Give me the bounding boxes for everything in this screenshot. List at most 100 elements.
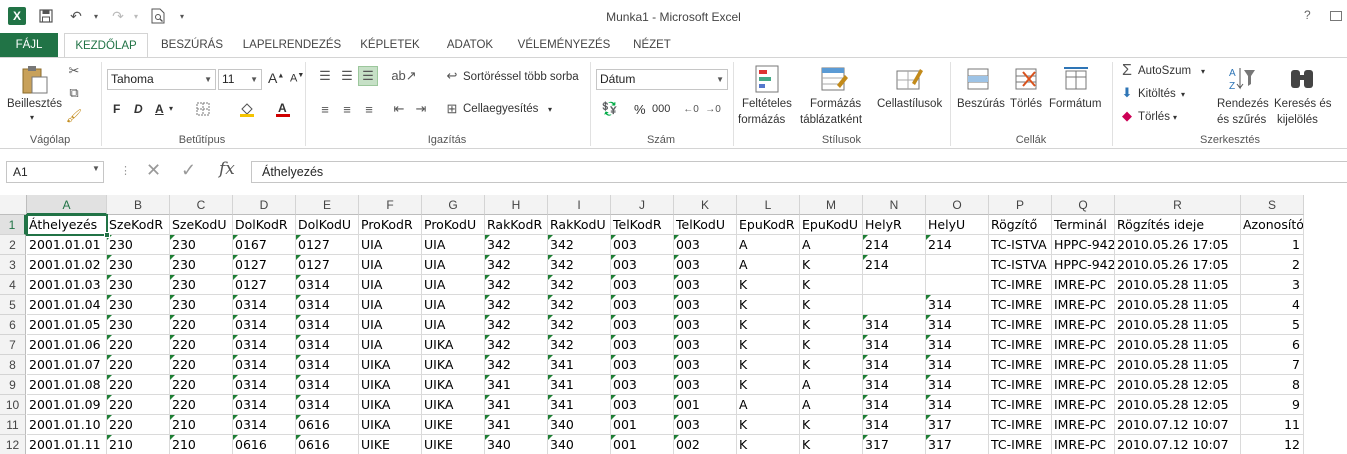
header-cell[interactable]: DolKodU bbox=[296, 215, 359, 235]
table-cell[interactable]: TC-IMRE bbox=[989, 335, 1052, 355]
tab-data[interactable]: ADATOK bbox=[436, 33, 504, 58]
table-cell[interactable]: A bbox=[737, 395, 800, 415]
table-cell[interactable]: 003 bbox=[674, 255, 737, 275]
row-header[interactable]: 2 bbox=[0, 235, 26, 255]
table-cell[interactable]: 341 bbox=[485, 375, 548, 395]
table-cell[interactable]: 2001.01.10 bbox=[27, 415, 107, 435]
delete-cells-icon[interactable] bbox=[1012, 64, 1040, 94]
table-cell[interactable]: 0314 bbox=[233, 295, 296, 315]
table-cell[interactable]: 001 bbox=[674, 395, 737, 415]
table-cell[interactable]: K bbox=[800, 275, 863, 295]
table-cell[interactable]: 0314 bbox=[233, 315, 296, 335]
table-cell[interactable]: 220 bbox=[107, 355, 170, 375]
table-cell[interactable]: 0616 bbox=[296, 435, 359, 454]
table-cell[interactable]: 210 bbox=[170, 435, 233, 454]
paste-dropdown-icon[interactable]: ▾ bbox=[30, 113, 34, 122]
table-cell[interactable]: TC-IMRE bbox=[989, 355, 1052, 375]
table-cell[interactable]: TC-ISTVA bbox=[989, 235, 1052, 255]
header-cell[interactable]: ProKodU bbox=[422, 215, 485, 235]
table-cell[interactable]: 214 bbox=[863, 235, 926, 255]
table-cell[interactable]: TC-IMRE bbox=[989, 315, 1052, 335]
table-cell[interactable]: 317 bbox=[926, 435, 989, 454]
table-cell[interactable]: 210 bbox=[107, 435, 170, 454]
table-cell[interactable] bbox=[863, 275, 926, 295]
table-cell[interactable]: 9 bbox=[1241, 395, 1304, 415]
increase-indent-icon[interactable]: ⇥ bbox=[412, 101, 430, 117]
table-cell[interactable]: 230 bbox=[107, 235, 170, 255]
table-cell[interactable]: 340 bbox=[548, 435, 611, 454]
header-cell[interactable]: Azonosító bbox=[1241, 215, 1304, 235]
increase-decimal-icon[interactable]: ←0 bbox=[682, 101, 700, 117]
table-cell[interactable]: UIKA bbox=[422, 375, 485, 395]
table-cell[interactable]: 214 bbox=[863, 255, 926, 275]
column-header[interactable]: J bbox=[611, 195, 674, 215]
table-cell[interactable]: 220 bbox=[107, 415, 170, 435]
underline-dropdown-icon[interactable]: ▾ bbox=[169, 104, 173, 113]
format-as-table-icon[interactable] bbox=[820, 64, 850, 94]
table-cell[interactable]: 001 bbox=[611, 415, 674, 435]
table-cell[interactable]: HPPC-942 bbox=[1052, 255, 1115, 275]
column-header[interactable]: C bbox=[170, 195, 233, 215]
paste-button[interactable]: Beillesztés bbox=[7, 98, 62, 110]
table-cell[interactable]: 0616 bbox=[296, 415, 359, 435]
column-header[interactable]: R bbox=[1115, 195, 1241, 215]
table-cell[interactable]: 2001.01.09 bbox=[27, 395, 107, 415]
column-header[interactable]: H bbox=[485, 195, 548, 215]
table-cell[interactable]: 220 bbox=[170, 315, 233, 335]
table-cell[interactable]: UIA bbox=[359, 295, 422, 315]
table-cell[interactable]: 8 bbox=[1241, 375, 1304, 395]
enter-icon[interactable]: ✓ bbox=[181, 160, 196, 181]
align-top-icon[interactable]: ☰ bbox=[316, 68, 334, 84]
table-cell[interactable]: 230 bbox=[170, 235, 233, 255]
row-header[interactable]: 7 bbox=[0, 335, 26, 355]
align-right-icon[interactable]: ≡ bbox=[360, 101, 378, 117]
row-header[interactable]: 3 bbox=[0, 255, 26, 275]
table-cell[interactable]: A bbox=[800, 375, 863, 395]
table-cell[interactable]: 341 bbox=[485, 415, 548, 435]
wrap-text-icon[interactable]: ↩ bbox=[444, 68, 460, 83]
row-header[interactable]: 1 bbox=[0, 215, 26, 235]
table-cell[interactable]: 2010.05.26 17:05 bbox=[1115, 235, 1241, 255]
align-left-icon[interactable]: ≡ bbox=[316, 101, 334, 117]
borders-icon[interactable] bbox=[194, 101, 212, 117]
table-cell[interactable]: K bbox=[737, 315, 800, 335]
table-cell[interactable]: UIA bbox=[422, 315, 485, 335]
table-cell[interactable]: 003 bbox=[674, 275, 737, 295]
table-cell[interactable]: 342 bbox=[548, 255, 611, 275]
table-cell[interactable]: 4 bbox=[1241, 295, 1304, 315]
table-cell[interactable]: 003 bbox=[674, 355, 737, 375]
table-cell[interactable]: K bbox=[800, 255, 863, 275]
table-cell[interactable]: 340 bbox=[548, 415, 611, 435]
header-cell[interactable]: HelyR bbox=[863, 215, 926, 235]
conditional-formatting-label-1[interactable]: Feltételes bbox=[742, 98, 792, 110]
tab-home[interactable]: KEZDŐLAP bbox=[64, 33, 148, 58]
table-cell[interactable]: 230 bbox=[107, 275, 170, 295]
header-cell[interactable]: TelKodU bbox=[674, 215, 737, 235]
table-cell[interactable]: A bbox=[800, 395, 863, 415]
table-cell[interactable]: K bbox=[800, 315, 863, 335]
column-header[interactable]: G bbox=[422, 195, 485, 215]
fill-color-icon[interactable] bbox=[238, 101, 256, 117]
table-cell[interactable]: K bbox=[737, 335, 800, 355]
row-header[interactable]: 6 bbox=[0, 315, 26, 335]
format-cells-button[interactable]: Formátum bbox=[1049, 98, 1101, 110]
table-cell[interactable]: 2001.01.08 bbox=[27, 375, 107, 395]
table-cell[interactable]: A bbox=[737, 255, 800, 275]
header-cell[interactable]: EpuKodR bbox=[737, 215, 800, 235]
table-cell[interactable]: 341 bbox=[548, 355, 611, 375]
font-color-icon[interactable]: A bbox=[274, 100, 292, 118]
table-cell[interactable]: UIA bbox=[359, 335, 422, 355]
font-size-combo[interactable]: 11 ▼ bbox=[218, 69, 262, 90]
find-select-icon[interactable] bbox=[1287, 64, 1317, 94]
row-header[interactable]: 10 bbox=[0, 395, 26, 415]
column-header[interactable]: A bbox=[27, 195, 107, 215]
thousands-separator-button[interactable]: 000 bbox=[652, 103, 670, 115]
table-cell[interactable]: 5 bbox=[1241, 315, 1304, 335]
table-cell[interactable]: 220 bbox=[170, 355, 233, 375]
table-cell[interactable]: 342 bbox=[548, 315, 611, 335]
table-cell[interactable]: 0127 bbox=[296, 255, 359, 275]
table-cell[interactable]: 003 bbox=[611, 335, 674, 355]
table-cell[interactable]: 314 bbox=[863, 375, 926, 395]
table-cell[interactable]: 314 bbox=[926, 315, 989, 335]
table-cell[interactable]: 2010.05.28 12:05 bbox=[1115, 395, 1241, 415]
